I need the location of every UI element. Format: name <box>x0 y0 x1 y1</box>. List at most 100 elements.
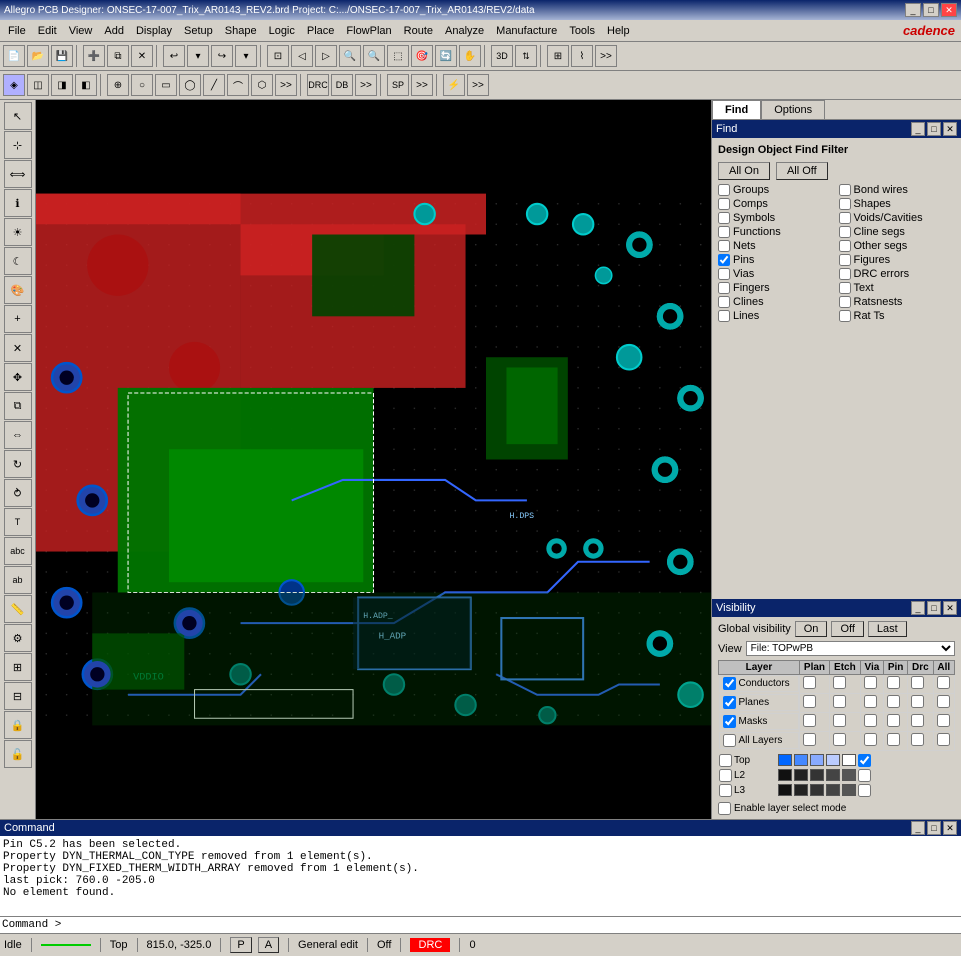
add-lt[interactable]: + <box>4 305 32 333</box>
top-swatch-3[interactable] <box>810 754 824 766</box>
vis-off-button[interactable]: Off <box>831 621 863 637</box>
l3-swatch-4[interactable] <box>826 784 840 796</box>
color-lt[interactable]: 🎨 <box>4 276 32 304</box>
top-swatch-5[interactable] <box>842 754 856 766</box>
masks-etch[interactable] <box>833 714 846 727</box>
l3-swatch-2[interactable] <box>794 784 808 796</box>
masks-all[interactable] <box>937 714 950 727</box>
more-btn3[interactable]: >> <box>355 74 377 96</box>
menu-shape[interactable]: Shape <box>219 23 263 39</box>
conductors-etch[interactable] <box>833 676 846 689</box>
highlight-lt[interactable]: ☀ <box>4 218 32 246</box>
more-btn2[interactable]: >> <box>275 74 297 96</box>
prop-lt[interactable]: ⚙ <box>4 624 32 652</box>
save-button[interactable]: 💾 <box>51 45 73 67</box>
planes-etch[interactable] <box>833 695 846 708</box>
vis-maximize[interactable]: □ <box>927 601 941 615</box>
mirror-lt[interactable]: ⇔ <box>4 421 32 449</box>
zoom-in[interactable]: 🔍 <box>339 45 361 67</box>
abc-lt[interactable]: abc <box>4 537 32 565</box>
select3[interactable]: ◨ <box>51 74 73 96</box>
cb-fingers-input[interactable] <box>718 282 730 294</box>
l3-all-cb[interactable] <box>858 784 871 797</box>
alllayers-etch[interactable] <box>833 733 846 746</box>
masks-drc[interactable] <box>911 714 924 727</box>
conductors-via[interactable] <box>864 676 877 689</box>
cb-nets-input[interactable] <box>718 240 730 252</box>
planes-drc[interactable] <box>911 695 924 708</box>
alllayers-via[interactable] <box>864 733 877 746</box>
vis-minimize[interactable]: _ <box>911 601 925 615</box>
conductors-plan[interactable] <box>803 676 816 689</box>
refresh[interactable]: 🔄 <box>435 45 457 67</box>
drc-btn[interactable]: DRC <box>307 74 329 96</box>
snap-lt[interactable]: ⊹ <box>4 131 32 159</box>
3d-view[interactable]: 3D <box>491 45 513 67</box>
conductors-pin[interactable] <box>887 676 900 689</box>
cb-groups-input[interactable] <box>718 184 730 196</box>
spin-lt[interactable]: ⥁ <box>4 479 32 507</box>
enable-layer-select-cb[interactable] <box>718 802 731 815</box>
menu-edit[interactable]: Edit <box>32 23 63 39</box>
conductors-drc[interactable] <box>911 676 924 689</box>
tab-options[interactable]: Options <box>761 100 825 119</box>
p-button[interactable]: P <box>230 937 251 953</box>
all-on-button[interactable]: All On <box>718 162 770 180</box>
more-btn1[interactable]: >> <box>595 45 617 67</box>
cb-ratsnests-input[interactable] <box>839 296 851 308</box>
open-button[interactable]: 📂 <box>27 45 49 67</box>
conductors-all[interactable] <box>937 676 950 689</box>
db-btn[interactable]: DB <box>331 74 353 96</box>
find-minimize[interactable]: _ <box>911 122 925 136</box>
maximize-button[interactable]: □ <box>923 3 939 17</box>
l3-swatch-3[interactable] <box>810 784 824 796</box>
menu-logic[interactable]: Logic <box>263 23 301 39</box>
menu-analyze[interactable]: Analyze <box>439 23 490 39</box>
menu-setup[interactable]: Setup <box>178 23 219 39</box>
text-lt[interactable]: T <box>4 508 32 536</box>
dehighlight-lt[interactable]: ☾ <box>4 247 32 275</box>
close-button[interactable]: ✕ <box>941 3 957 17</box>
l2-swatch-3[interactable] <box>810 769 824 781</box>
l2-cb[interactable] <box>719 769 732 782</box>
find-close[interactable]: ✕ <box>943 122 957 136</box>
cmd-minimize[interactable]: _ <box>911 821 925 835</box>
move-lt[interactable]: ✥ <box>4 363 32 391</box>
menu-route[interactable]: Route <box>398 23 439 39</box>
vis-close[interactable]: ✕ <box>943 601 957 615</box>
circle-btn[interactable]: ◯ <box>179 74 201 96</box>
measure-lt[interactable]: ⟺ <box>4 160 32 188</box>
planes-pin[interactable] <box>887 695 900 708</box>
masks-vis-cb[interactable] <box>723 715 736 728</box>
route-btn[interactable]: ⊕ <box>107 74 129 96</box>
l2-all-cb[interactable] <box>858 769 871 782</box>
vis-last-button[interactable]: Last <box>868 621 907 637</box>
cb-ratTs-input[interactable] <box>839 310 851 322</box>
top-swatch-2[interactable] <box>794 754 808 766</box>
unlock-lt[interactable]: 🔓 <box>4 740 32 768</box>
planes-via[interactable] <box>864 695 877 708</box>
cb-symbols-input[interactable] <box>718 212 730 224</box>
cb-drcerrors-input[interactable] <box>839 268 851 280</box>
view-select[interactable]: File: TOPwPB <box>746 641 955 656</box>
vis-on-button[interactable]: On <box>795 621 828 637</box>
cb-clines-input[interactable] <box>718 296 730 308</box>
l3-cb[interactable] <box>719 784 732 797</box>
poly-btn[interactable]: ⬡ <box>251 74 273 96</box>
cmd-close[interactable]: ✕ <box>943 821 957 835</box>
masks-pin[interactable] <box>887 714 900 727</box>
alllayers-plan[interactable] <box>803 733 816 746</box>
select4[interactable]: ◧ <box>75 74 97 96</box>
top-swatch-4[interactable] <box>826 754 840 766</box>
select2[interactable]: ◫ <box>27 74 49 96</box>
rect-btn[interactable]: ▭ <box>155 74 177 96</box>
abc2-lt[interactable]: ab <box>4 566 32 594</box>
zoom-box[interactable]: ⬚ <box>387 45 409 67</box>
masks-via[interactable] <box>864 714 877 727</box>
ungroup-lt[interactable]: ⊟ <box>4 682 32 710</box>
rotate-lt[interactable]: ↻ <box>4 450 32 478</box>
cb-clinesegs-input[interactable] <box>839 226 851 238</box>
group-lt[interactable]: ⊞ <box>4 653 32 681</box>
menu-flowplan[interactable]: FlowPlan <box>340 23 397 39</box>
alllayers-all[interactable] <box>937 733 950 746</box>
